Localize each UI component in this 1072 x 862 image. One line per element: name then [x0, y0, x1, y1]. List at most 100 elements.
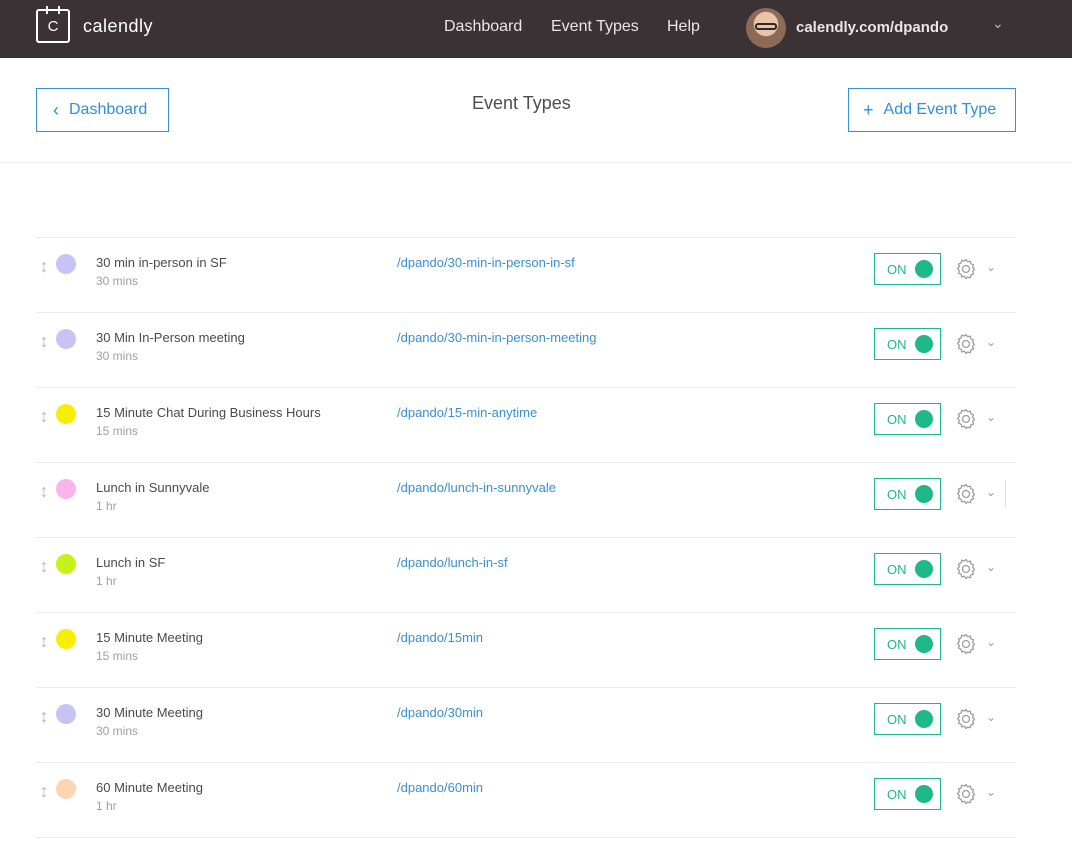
event-on-toggle[interactable]: ON	[874, 403, 941, 435]
drag-handle-icon[interactable]: ↕	[39, 780, 49, 802]
event-name[interactable]: 15 Minute Chat During Business Hours	[96, 405, 321, 420]
toggle-knob	[915, 785, 933, 803]
event-link[interactable]: /dpando/60min	[397, 780, 483, 795]
gear-icon[interactable]	[954, 257, 978, 281]
event-on-toggle[interactable]: ON	[874, 328, 941, 360]
back-button-label: Dashboard	[69, 101, 148, 118]
event-duration: 1 hr	[96, 499, 117, 513]
event-name[interactable]: 30 Minute Meeting	[96, 705, 203, 720]
nav-link-help[interactable]: Help	[667, 18, 700, 36]
nav-link-event-types[interactable]: Event Types	[551, 18, 639, 36]
toggle-label: ON	[887, 786, 907, 802]
event-type-list: ↕ 30 min in-person in SF 30 mins/dpando/30…	[36, 237, 1016, 838]
scrollbar-track[interactable]	[1005, 480, 1006, 507]
gear-icon[interactable]	[954, 632, 978, 656]
event-color-dot	[56, 704, 76, 724]
event-name[interactable]: 15 Minute Meeting	[96, 630, 203, 645]
event-color-dot	[56, 404, 76, 424]
event-link[interactable]: /dpando/30-min-in-person-meeting	[397, 330, 596, 345]
page-title: Event Types	[472, 93, 571, 113]
drag-handle-icon[interactable]: ↕	[39, 630, 49, 652]
plus-icon: +	[863, 99, 874, 120]
event-type-row: ↕ 30 min in-person in SF 30 mins/dpando/30…	[36, 238, 1016, 313]
event-type-row: ↕ Lunch in Sunnyvale 1 hr/dpando/lunch-in-…	[36, 463, 1016, 538]
event-link[interactable]: /dpando/30-min-in-person-in-sf	[397, 255, 575, 270]
chevron-down-icon[interactable]: ⌄	[986, 710, 996, 724]
drag-handle-icon[interactable]: ↕	[39, 255, 49, 277]
gear-icon[interactable]	[954, 707, 978, 731]
event-name[interactable]: Lunch in SF	[96, 555, 165, 570]
event-color-dot	[56, 479, 76, 499]
event-on-toggle[interactable]: ON	[874, 478, 941, 510]
user-url[interactable]: calendly.com/dpando	[796, 19, 948, 36]
event-duration: 1 hr	[96, 574, 117, 588]
event-name[interactable]: Lunch in Sunnyvale	[96, 480, 209, 495]
toggle-knob	[915, 335, 933, 353]
event-name[interactable]: 60 Minute Meeting	[96, 780, 203, 795]
event-name[interactable]: 30 Min In-Person meeting	[96, 330, 245, 345]
event-color-dot	[56, 629, 76, 649]
chevron-down-icon[interactable]: ⌄	[986, 335, 996, 349]
event-on-toggle[interactable]: ON	[874, 553, 941, 585]
event-color-dot	[56, 779, 76, 799]
event-duration: 30 mins	[96, 724, 139, 738]
logo-text: calendly	[83, 15, 154, 36]
calendar-logo-icon: C	[36, 6, 70, 43]
drag-handle-icon[interactable]: ↕	[39, 480, 49, 502]
drag-handle-icon[interactable]: ↕	[39, 705, 49, 727]
event-type-row: ↕ 15 Minute Meeting 15 mins/dpando/15min ON…	[36, 613, 1016, 688]
event-name[interactable]: 30 min in-person in SF	[96, 255, 227, 270]
event-duration: 30 mins	[96, 349, 139, 363]
event-type-row: ↕ Lunch in SF 1 hr/dpando/lunch-in-sf ON ⌄	[36, 538, 1016, 613]
chevron-down-icon[interactable]: ⌄	[986, 260, 996, 274]
drag-handle-icon[interactable]: ↕	[39, 405, 49, 427]
add-event-type-button[interactable]: + Add Event Type	[848, 88, 1016, 132]
toggle-label: ON	[887, 261, 907, 277]
event-color-dot	[56, 554, 76, 574]
toggle-knob	[915, 710, 933, 728]
chevron-left-icon: ‹	[53, 99, 59, 120]
event-link[interactable]: /dpando/lunch-in-sunnyvale	[397, 480, 556, 495]
event-duration: 30 mins	[96, 274, 139, 288]
nav-link-dashboard[interactable]: Dashboard	[444, 18, 522, 36]
add-button-label: Add Event Type	[883, 101, 997, 118]
event-type-row: ↕ 30 Minute Meeting 30 mins/dpando/30min ON…	[36, 688, 1016, 763]
gear-icon[interactable]	[954, 557, 978, 581]
drag-handle-icon[interactable]: ↕	[39, 330, 49, 352]
event-on-toggle[interactable]: ON	[874, 628, 941, 660]
event-link[interactable]: /dpando/15-min-anytime	[397, 405, 537, 420]
event-color-dot	[56, 254, 76, 274]
drag-handle-icon[interactable]: ↕	[39, 555, 49, 577]
toggle-label: ON	[887, 711, 907, 727]
toggle-label: ON	[887, 336, 907, 352]
chevron-down-icon[interactable]: ⌄	[986, 635, 996, 649]
event-link[interactable]: /dpando/lunch-in-sf	[397, 555, 508, 570]
toggle-knob	[915, 410, 933, 428]
event-on-toggle[interactable]: ON	[874, 253, 941, 285]
toggle-knob	[915, 560, 933, 578]
toggle-label: ON	[887, 486, 907, 502]
gear-icon[interactable]	[954, 482, 978, 506]
chevron-down-icon[interactable]: ⌄	[986, 410, 996, 424]
toggle-knob	[915, 635, 933, 653]
gear-icon[interactable]	[954, 332, 978, 356]
toggle-knob	[915, 485, 933, 503]
event-link[interactable]: /dpando/30min	[397, 705, 483, 720]
event-duration: 15 mins	[96, 649, 139, 663]
event-link[interactable]: /dpando/15min	[397, 630, 483, 645]
event-on-toggle[interactable]: ON	[874, 703, 941, 735]
calendly-logo[interactable]: C calendly	[36, 6, 154, 43]
gear-icon[interactable]	[954, 407, 978, 431]
toggle-knob	[915, 260, 933, 278]
back-to-dashboard-button[interactable]: ‹ Dashboard	[36, 88, 169, 132]
chevron-down-icon[interactable]: ⌄	[992, 15, 1004, 32]
toggle-label: ON	[887, 411, 907, 427]
chevron-down-icon[interactable]: ⌄	[986, 560, 996, 574]
chevron-down-icon[interactable]: ⌄	[986, 485, 996, 499]
avatar[interactable]	[746, 8, 786, 48]
event-on-toggle[interactable]: ON	[874, 778, 941, 810]
chevron-down-icon[interactable]: ⌄	[986, 785, 996, 799]
top-nav-bar: C calendly Dashboard Event Types Help ca…	[0, 0, 1072, 58]
gear-icon[interactable]	[954, 782, 978, 806]
toggle-label: ON	[887, 561, 907, 577]
